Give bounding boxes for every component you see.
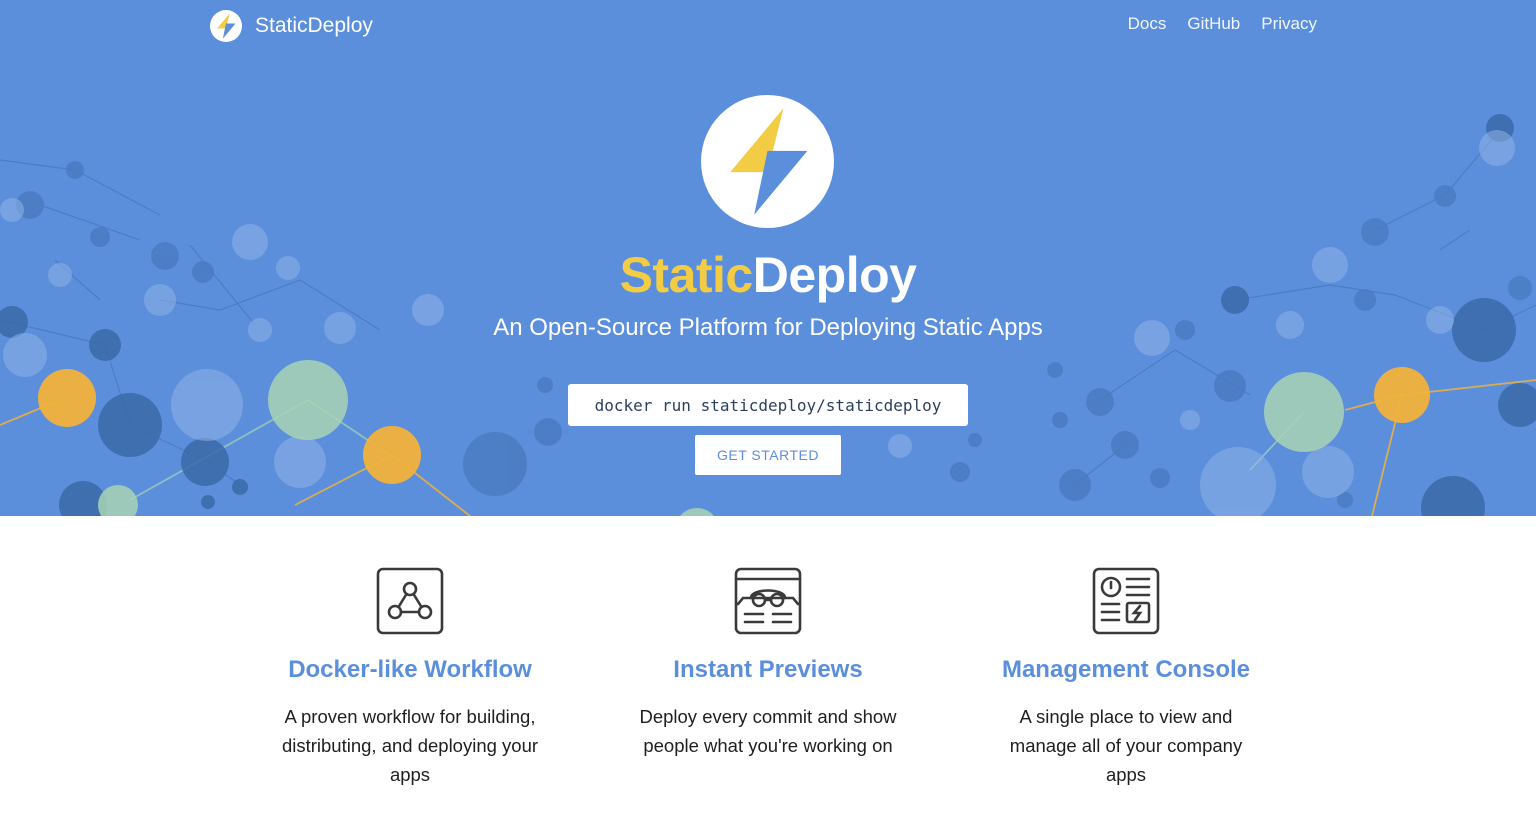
preview-glasses-icon: [734, 567, 802, 635]
nav-link-docs[interactable]: Docs: [1128, 14, 1167, 34]
hero-logo-icon: [701, 95, 834, 228]
feature-management-console: Management Console A single place to vie…: [976, 566, 1276, 789]
feature-description: A single place to view and manage all of…: [1009, 706, 1243, 785]
features-section: Docker-like Workflow A proven workflow f…: [0, 516, 1536, 835]
feature-docker-workflow: Docker-like Workflow A proven workflow f…: [260, 566, 560, 789]
feature-instant-previews: Instant Previews Deploy every commit and…: [618, 566, 918, 760]
hero-title: StaticDeploy: [0, 246, 1536, 304]
staticdeploy-logo-icon: [210, 10, 242, 42]
top-navbar: StaticDeploy Docs GitHub Privacy: [0, 0, 1536, 52]
docker-command-text: docker run staticdeploy/staticdeploy: [594, 395, 942, 415]
hero-subtitle: An Open-Source Platform for Deploying St…: [493, 314, 1043, 341]
nav-link-privacy[interactable]: Privacy: [1261, 14, 1317, 34]
feature-description: A proven workflow for building, distribu…: [281, 706, 539, 785]
feature-title: Instant Previews: [673, 656, 863, 683]
feature-title: Docker-like Workflow: [288, 656, 532, 683]
nav-links: Docs GitHub Privacy: [1128, 14, 1317, 34]
console-dashboard-icon: [1092, 567, 1160, 635]
brand-link[interactable]: StaticDeploy: [210, 9, 373, 43]
hero-title-static: Static: [619, 247, 754, 303]
nav-link-github[interactable]: GitHub: [1187, 14, 1240, 34]
docker-command-box[interactable]: docker run staticdeploy/staticdeploy: [568, 384, 968, 426]
workflow-graph-icon: [376, 567, 444, 635]
hero-section: StaticDeploy Docs GitHub Privacy StaticD…: [0, 0, 1536, 516]
feature-title: Management Console: [1001, 656, 1251, 683]
hero-title-deploy: Deploy: [752, 247, 917, 303]
brand-name: StaticDeploy: [255, 14, 373, 37]
feature-description: Deploy every commit and show people what…: [639, 706, 897, 756]
get-started-button[interactable]: GET STARTED: [695, 435, 841, 475]
